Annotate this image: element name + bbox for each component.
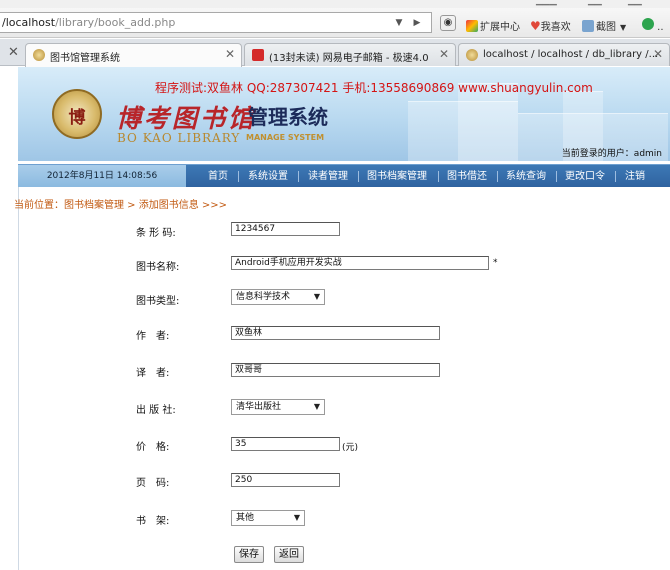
price-input[interactable]: 35 bbox=[231, 437, 340, 451]
publisher-select[interactable]: 清华出版社 ▼ bbox=[231, 399, 325, 415]
mail-favicon-icon bbox=[252, 49, 264, 61]
tab-close-icon[interactable]: ✕ bbox=[225, 47, 235, 61]
library-logo-subtitle: MANAGE SYSTEM bbox=[246, 133, 325, 142]
test-info-text: 程序测试:双鱼林 QQ:287307421 手机:13558690869 www… bbox=[155, 81, 593, 95]
book-type-value: 信息科学技术 bbox=[236, 292, 291, 302]
scissors-icon bbox=[582, 20, 594, 32]
extensions-label: 扩展中心 bbox=[480, 22, 520, 33]
site-banner: 程序测试:双鱼林 QQ:287307421 手机:13558690869 www… bbox=[18, 67, 670, 161]
nav-item-reader-management[interactable]: 读者管理 bbox=[308, 165, 348, 188]
nav-divider bbox=[556, 171, 557, 182]
price-unit: (元) bbox=[342, 443, 359, 453]
library-logo-emblem: 博 bbox=[52, 89, 102, 139]
barcode-label: 条 形 码: bbox=[136, 228, 176, 239]
url-path: /library/book_add.php bbox=[55, 16, 176, 29]
safety-icon[interactable]: .. bbox=[642, 18, 664, 33]
nav-divider bbox=[298, 171, 299, 182]
book-name-label: 图书名称: bbox=[136, 262, 180, 273]
shield-icon[interactable]: ◉ bbox=[440, 15, 456, 31]
browser-menu-strip: ▁▁▁ ▁▁ ▁▁ bbox=[0, 0, 670, 8]
translator-input[interactable]: 双哥哥 bbox=[231, 363, 440, 377]
url-dropdown-icon[interactable]: ▼ bbox=[392, 16, 406, 30]
tab-label: 图书馆管理系统 bbox=[50, 53, 120, 64]
tab-close-icon[interactable]: ✕ bbox=[653, 47, 663, 61]
shelf-select[interactable]: 其他 ▼ bbox=[231, 510, 305, 526]
current-user-label: 当前登录的用户：admin bbox=[561, 149, 662, 159]
tab-close-icon[interactable]: ✕ bbox=[439, 47, 449, 61]
chevron-down-icon: ▼ bbox=[313, 292, 320, 301]
nav-item-logout[interactable]: 注销 bbox=[625, 165, 645, 188]
content-panel bbox=[18, 187, 670, 570]
library-logo-english: BO KAO LIBRARY bbox=[117, 131, 241, 145]
system-title: 管理系统 bbox=[248, 105, 328, 129]
translator-label: 译 者: bbox=[136, 368, 170, 379]
url-field[interactable]: /localhost/library/book_add.php ▼ ▶ bbox=[0, 12, 432, 33]
nav-divider bbox=[358, 171, 359, 182]
close-icon[interactable]: ✕ bbox=[8, 45, 19, 60]
library-favicon-icon bbox=[466, 49, 478, 61]
price-label: 价 格: bbox=[136, 442, 170, 453]
nav-item-home[interactable]: 首页 bbox=[208, 165, 228, 188]
shelf-label: 书 架: bbox=[136, 516, 170, 527]
main-nav: 2012年8月11日 14:08:56 首页 系统设置 读者管理 图书档案管理 … bbox=[18, 164, 670, 188]
author-label: 作 者: bbox=[136, 331, 170, 342]
favorites-label: 我喜欢 bbox=[540, 22, 571, 33]
tab-label: localhost / localhost / db_library /... bbox=[483, 49, 659, 60]
tab-phpmyadmin[interactable]: localhost / localhost / db_library /... … bbox=[458, 43, 670, 66]
publisher-label: 出 版 社: bbox=[136, 405, 176, 416]
tab-library[interactable]: 图书馆管理系统 ✕ bbox=[25, 43, 242, 67]
save-button[interactable]: 保存 bbox=[234, 546, 264, 563]
chevron-down-icon: ▼ bbox=[293, 513, 300, 522]
url-text[interactable]: /localhost/library/book_add.php bbox=[2, 16, 175, 29]
pages-input[interactable]: 250 bbox=[231, 473, 340, 487]
publisher-value: 清华出版社 bbox=[236, 402, 282, 412]
extensions-button[interactable]: 扩展中心 bbox=[466, 18, 520, 33]
screenshot-button[interactable]: 截图 ▼ bbox=[582, 18, 626, 33]
pages-label: 页 码: bbox=[136, 478, 170, 489]
browser-address-bar: /localhost/library/book_add.php ▼ ▶ ◉ 扩展… bbox=[0, 8, 670, 38]
nav-item-book-archive[interactable]: 图书档案管理 bbox=[367, 165, 427, 188]
screenshot-label: 截图 bbox=[596, 22, 616, 33]
nav-divider bbox=[497, 171, 498, 182]
book-type-label: 图书类型: bbox=[136, 296, 180, 307]
current-datetime: 2012年8月11日 14:08:56 bbox=[18, 165, 186, 188]
back-button[interactable]: 返回 bbox=[274, 546, 304, 563]
nav-divider bbox=[438, 171, 439, 182]
go-icon[interactable]: ▶ bbox=[410, 16, 424, 30]
book-name-input[interactable]: Android手机应用开发实战 bbox=[231, 256, 489, 270]
extensions-icon bbox=[466, 20, 478, 32]
breadcrumb: 当前位置：图书档案管理 > 添加图书信息 >>> bbox=[14, 200, 228, 211]
nav-divider bbox=[238, 171, 239, 182]
nav-item-system-settings[interactable]: 系统设置 bbox=[248, 165, 288, 188]
nav-item-change-password[interactable]: 更改口令 bbox=[565, 165, 605, 188]
author-input[interactable]: 双鱼林 bbox=[231, 326, 440, 340]
book-type-select[interactable]: 信息科学技术 ▼ bbox=[231, 289, 325, 305]
barcode-input[interactable]: 1234567 bbox=[231, 222, 340, 236]
url-host: /localhost bbox=[2, 16, 56, 29]
heart-icon: ♥ bbox=[530, 19, 541, 33]
tab-label: (13封未读) 网易电子邮箱 - 极速4.0 bbox=[269, 53, 429, 64]
shelf-value: 其他 bbox=[236, 513, 255, 523]
nav-divider bbox=[615, 171, 616, 182]
library-favicon-icon bbox=[33, 49, 45, 61]
tab-mail[interactable]: (13封未读) 网易电子邮箱 - 极速4.0 ✕ bbox=[244, 43, 456, 66]
required-mark: * bbox=[493, 258, 498, 268]
chevron-down-icon: ▼ bbox=[313, 402, 320, 411]
nav-item-system-query[interactable]: 系统查询 bbox=[506, 165, 546, 188]
favorites-button[interactable]: ♥我喜欢 bbox=[530, 18, 571, 33]
library-logo-name: 博考图书馆 bbox=[116, 104, 257, 133]
nav-item-borrow-return[interactable]: 图书借还 bbox=[447, 165, 487, 188]
